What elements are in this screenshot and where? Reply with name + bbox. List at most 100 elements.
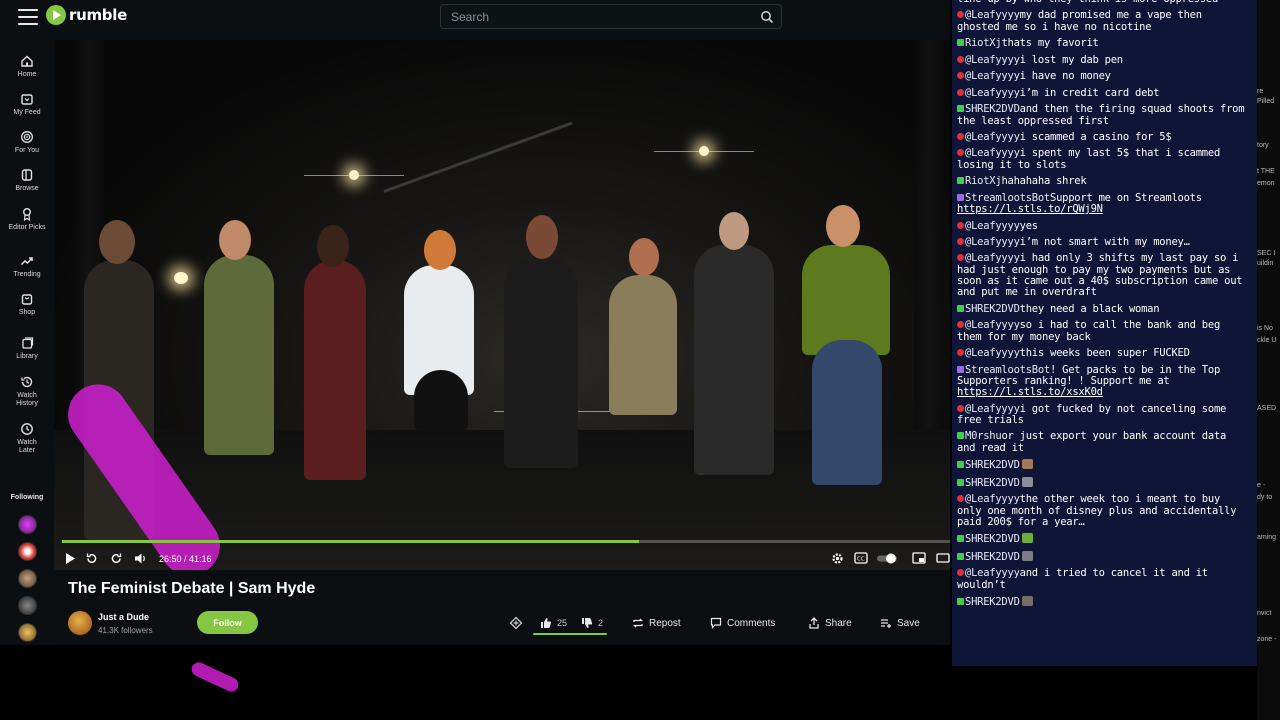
shop-icon <box>21 294 33 305</box>
following-avatar[interactable] <box>18 596 37 615</box>
search-icon[interactable] <box>760 10 774 24</box>
chat-badge-icon <box>957 598 964 606</box>
chat-badge-icon <box>957 569 964 577</box>
svg-text:CC: CC <box>857 557 865 563</box>
chat-username[interactable]: StreamlootsBot <box>965 364 1050 376</box>
sidebar-item-library[interactable]: Library <box>0 336 54 361</box>
offscreen-text: is No <box>1257 325 1273 332</box>
emote-icon <box>1021 476 1033 487</box>
top-bar: rumble <box>0 0 950 40</box>
chat-username[interactable]: @Leafyyyy <box>965 347 1020 359</box>
chat-username[interactable]: SHREK2DVD <box>965 596 1020 608</box>
chat-link[interactable]: https://l.stls.to/xsxK0d <box>957 386 1103 398</box>
person-head <box>826 205 860 247</box>
sidebar-item-for-you[interactable]: For You <box>0 130 54 155</box>
repost-button[interactable]: Repost <box>632 613 681 633</box>
video-player[interactable] <box>54 40 950 570</box>
feed-icon <box>21 94 33 105</box>
chat-username[interactable]: @Leafyyyy <box>965 54 1020 66</box>
chat-username[interactable]: @Leafyyyy <box>965 87 1020 99</box>
settings-icon[interactable] <box>831 552 844 565</box>
following-avatar[interactable] <box>18 515 37 534</box>
autoplay-toggle[interactable] <box>876 552 900 565</box>
chat-message: @Leafyyyyso i had to call the bank and b… <box>957 320 1247 343</box>
save-button[interactable]: Save <box>880 613 920 633</box>
channel-name[interactable]: Just a Dude <box>98 612 149 622</box>
chat-username[interactable]: StreamlootsBot <box>965 192 1050 204</box>
progress-bar[interactable] <box>62 540 950 543</box>
chat-username[interactable]: SHREK2DVD <box>965 533 1020 545</box>
sidebar-item-home[interactable]: Home <box>0 54 54 79</box>
channel-avatar[interactable] <box>68 611 92 635</box>
like-button[interactable]: 25 <box>540 613 567 633</box>
chat-username[interactable]: @Leafyyyy <box>965 567 1020 579</box>
chat-panel: line up by who they think is more oppres… <box>952 0 1257 666</box>
chat-username[interactable]: M0rshu <box>965 430 1002 442</box>
offscreen-sidebar: re Pilled tory t THE emon SEC I uildin is No ckl… <box>1257 0 1280 720</box>
chat-badge-icon <box>957 149 964 157</box>
chat-badge-icon <box>957 72 964 80</box>
search-input[interactable] <box>451 9 751 25</box>
person-head <box>219 220 251 260</box>
person-figure <box>812 340 882 485</box>
chat-username[interactable]: @Leafyyyy <box>965 236 1020 248</box>
share-button[interactable]: Share <box>808 613 852 633</box>
chat-badge-icon <box>957 552 964 560</box>
theater-icon[interactable] <box>936 552 950 564</box>
sidebar-item-browse[interactable]: Browse <box>0 168 54 193</box>
chat-username[interactable]: SHREK2DVD <box>965 551 1020 563</box>
chat-message: SHREK2DVD <box>957 476 1247 489</box>
like-count: 25 <box>557 618 568 628</box>
offscreen-text: zone - <box>1257 636 1277 643</box>
chat-username[interactable]: @Leafyyyy <box>965 403 1020 415</box>
sidebar-item-editor-picks[interactable]: Editor Picks <box>0 207 54 232</box>
following-avatar[interactable] <box>18 569 37 588</box>
chat-username[interactable]: SHREK2DVD <box>965 477 1020 489</box>
browse-icon <box>21 169 33 181</box>
chat-username[interactable]: SHREK2DVD <box>965 103 1020 115</box>
rumble-logo[interactable]: rumble <box>46 5 127 25</box>
sidebar-item-my-feed[interactable]: My Feed <box>0 92 54 117</box>
sidebar-item-watch-history[interactable]: Watch History <box>0 375 54 408</box>
chat-username[interactable]: SHREK2DVD <box>965 303 1020 315</box>
chat-message: SHREK2DVDand then the firing squad shoot… <box>957 103 1247 127</box>
home-icon <box>21 55 33 67</box>
following-avatar[interactable] <box>18 623 37 642</box>
search-box[interactable] <box>440 4 782 29</box>
chat-username[interactable]: @Leafyyyy <box>965 220 1020 232</box>
boost-icon[interactable] <box>509 616 523 630</box>
chat-text: they need a black woman <box>1019 302 1160 315</box>
person-figure <box>414 370 468 430</box>
rewind-icon[interactable] <box>85 552 98 565</box>
chat-username[interactable]: @Leafyyyy <box>965 131 1020 143</box>
chat-username[interactable]: @Leafyyyy <box>965 493 1020 505</box>
follow-button[interactable]: Follow <box>197 611 258 634</box>
forward-icon[interactable] <box>110 552 123 565</box>
play-icon[interactable] <box>64 552 76 565</box>
captions-icon[interactable]: CC <box>854 552 868 564</box>
chat-link[interactable]: https://l.stls.to/rQWj9N <box>957 203 1103 215</box>
chat-username[interactable]: SHREK2DVD <box>965 459 1020 471</box>
chat-message: SHREK2DVD <box>957 550 1247 563</box>
library-icon <box>22 337 34 349</box>
chat-username[interactable]: @Leafyyyy <box>965 147 1020 159</box>
sidebar-item-trending[interactable]: Trending <box>0 254 54 279</box>
emote-icon <box>1021 459 1033 470</box>
chat-message: SHREK2DVD <box>957 459 1247 471</box>
chat-username[interactable]: @Leafyyyy <box>965 319 1020 331</box>
pip-icon[interactable] <box>912 552 926 564</box>
menu-icon[interactable] <box>18 9 38 25</box>
chat-username[interactable]: @Leafyyyy <box>965 9 1020 21</box>
chat-username[interactable]: @Leafyyyy <box>965 70 1020 82</box>
chat-username[interactable]: RiotXj <box>965 175 1002 187</box>
chat-text: i’m in credit card debt <box>1019 86 1160 99</box>
chat-username[interactable]: RiotXj <box>965 37 1002 49</box>
following-avatar[interactable] <box>18 542 37 561</box>
volume-icon[interactable] <box>134 552 148 565</box>
sidebar-item-shop[interactable]: Shop <box>0 292 54 317</box>
sidebar-item-watch-later[interactable]: Watch Later <box>0 422 54 455</box>
share-label: Share <box>825 617 852 629</box>
dislike-button[interactable]: 2 <box>581 613 603 633</box>
comments-button[interactable]: Comments <box>710 613 775 633</box>
chat-username[interactable]: @Leafyyyy <box>965 252 1020 264</box>
